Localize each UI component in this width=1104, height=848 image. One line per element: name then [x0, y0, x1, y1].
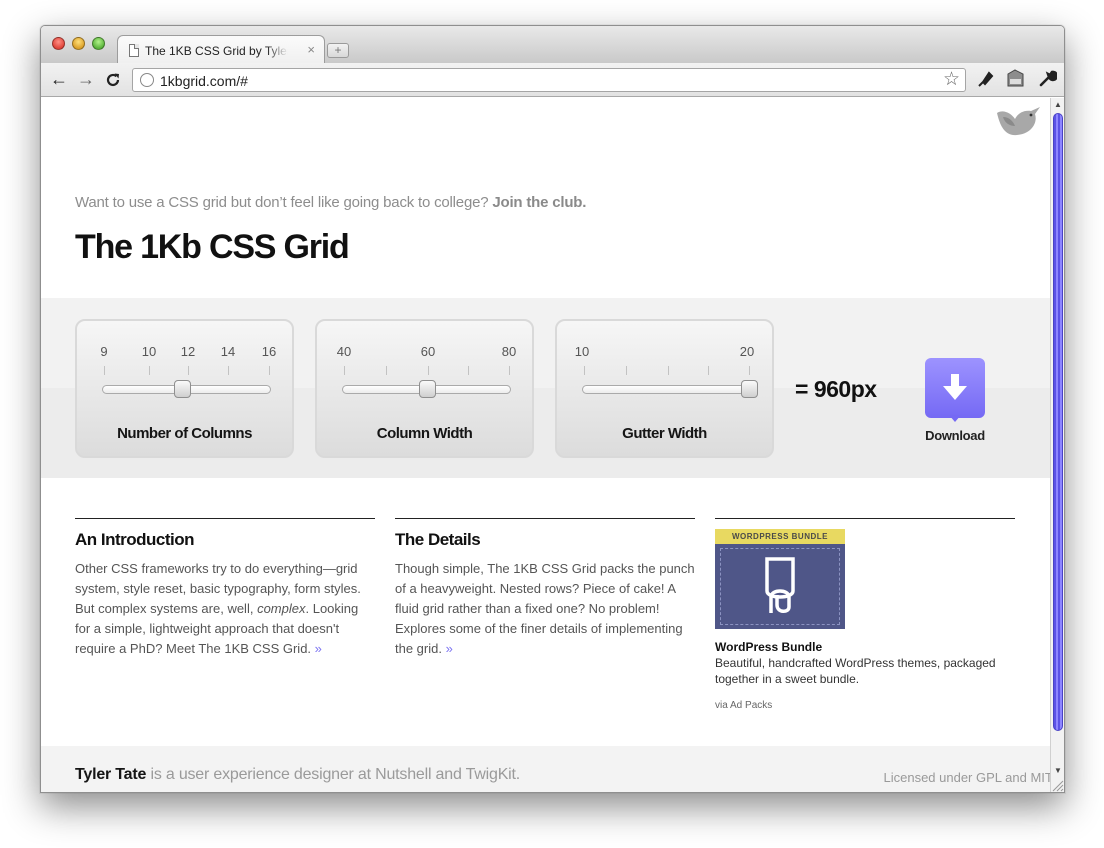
download-label[interactable]: Download	[914, 428, 996, 443]
ad-description: Beautiful, handcrafted WordPress themes,…	[715, 656, 996, 686]
ad-title[interactable]: WordPress Bundle	[715, 640, 822, 654]
column-width-panel: 40 60 80 Column Width	[315, 319, 534, 458]
total-width-result: = 960px	[795, 376, 877, 402]
introduction-heading: An Introduction	[75, 530, 195, 549]
download-button[interactable]	[925, 358, 985, 422]
scroll-up-icon[interactable]: ▲	[1054, 100, 1062, 109]
scrollbar-thumb[interactable]	[1053, 113, 1063, 731]
author-bio: is a user experience designer at Nutshel…	[150, 766, 521, 783]
details-text: Though simple, The 1KB CSS Grid packs th…	[395, 561, 695, 656]
ad-banner: WORDPRESS BUNDLE	[715, 529, 845, 544]
scroll-down-icon[interactable]: ▼	[1054, 766, 1062, 775]
column-width-tick: 80	[501, 344, 517, 359]
page-icon	[129, 44, 139, 57]
columns-tick: 12	[180, 344, 196, 359]
tagline-join-link[interactable]: Join the club.	[492, 194, 586, 211]
columns-tick: 14	[220, 344, 236, 359]
tab-title: The 1KB CSS Grid by Tyler Tate	[145, 44, 288, 58]
page-footer: Tyler Tate is a user experience designer…	[41, 746, 1050, 792]
address-bar[interactable]: 1kbgrid.com/# ☆	[132, 68, 966, 92]
column-width-label: Column Width	[376, 425, 473, 442]
ad-via-link[interactable]: via Ad Packs	[715, 700, 772, 711]
star-icon[interactable]: ☆	[943, 68, 960, 91]
url-text: 1kbgrid.com/#	[160, 73, 248, 89]
tagline-text: Want to use a CSS grid but don’t feel li…	[75, 194, 489, 211]
introduction-column: An Introduction Other CSS frameworks try…	[75, 518, 375, 659]
browser-tab[interactable]: The 1KB CSS Grid by Tyler Tate ×	[117, 35, 325, 65]
details-column: The Details Though simple, The 1KB CSS G…	[395, 518, 695, 659]
back-button[interactable]: ←	[50, 68, 68, 90]
wordpress-bundle-logo-icon	[765, 557, 795, 613]
pen-icon[interactable]	[977, 69, 996, 88]
introduction-text: Other CSS frameworks try to do everythin…	[75, 561, 361, 656]
globe-icon	[140, 73, 154, 87]
resize-grip-icon[interactable]	[1050, 778, 1064, 792]
new-tab-button[interactable]: +	[327, 43, 349, 58]
title-bar: The 1KB CSS Grid by Tyler Tate × +	[41, 26, 1064, 65]
columns-label: Number of Columns	[117, 425, 252, 442]
zoom-window-button[interactable]	[92, 37, 105, 50]
column-width-slider-handle[interactable]	[418, 380, 436, 398]
download-arrow-icon	[943, 374, 967, 400]
reload-icon[interactable]	[105, 72, 121, 88]
grid-configurator: 9 10 12 14 16 Number of Columns 40 60 80…	[41, 298, 1050, 478]
license-text: Licensed under GPL and MIT.	[883, 770, 1050, 785]
close-window-button[interactable]	[52, 37, 65, 50]
gutter-width-slider-track[interactable]	[582, 385, 758, 394]
columns-panel: 9 10 12 14 16 Number of Columns	[75, 319, 294, 458]
columns-tick: 9	[100, 344, 108, 359]
columns-slider-handle[interactable]	[173, 380, 191, 398]
introduction-more-link[interactable]: »	[315, 641, 322, 656]
wrench-icon[interactable]	[1038, 69, 1057, 88]
footer-credit: Tyler Tate is a user experience designer…	[75, 766, 520, 784]
tagline: Want to use a CSS grid but don’t feel li…	[75, 194, 586, 211]
browser-window: The 1KB CSS Grid by Tyler Tate × + ← → 1…	[40, 25, 1065, 793]
columns-tick: 16	[261, 344, 277, 359]
ad-column-rule	[715, 518, 1015, 519]
gutter-width-slider-handle[interactable]	[741, 380, 758, 398]
vertical-scrollbar[interactable]: ▲ ▼	[1050, 98, 1064, 792]
gutter-width-label: Gutter Width	[622, 425, 707, 442]
browser-toolbar: ← → 1kbgrid.com/# ☆	[41, 63, 1064, 97]
columns-tick: 10	[141, 344, 157, 359]
gutter-width-tick: 20	[739, 344, 755, 359]
tab-close-icon[interactable]: ×	[307, 42, 315, 57]
column-width-tick: 40	[336, 344, 352, 359]
details-more-link[interactable]: »	[446, 641, 453, 656]
column-width-tick: 60	[420, 344, 436, 359]
page-title: The 1Kb CSS Grid	[75, 228, 350, 266]
author-link[interactable]: Tyler Tate	[75, 766, 146, 783]
tag-icon[interactable]	[1006, 69, 1025, 88]
details-heading: The Details	[395, 530, 481, 549]
gutter-width-panel: 10 20 Gutter Width	[555, 319, 774, 458]
gutter-width-tick: 10	[574, 344, 590, 359]
page-viewport: Want to use a CSS grid but don’t feel li…	[41, 98, 1050, 792]
forward-button[interactable]: →	[77, 68, 95, 90]
ad-image[interactable]: WORDPRESS BUNDLE	[715, 529, 845, 629]
minimize-window-button[interactable]	[72, 37, 85, 50]
twitter-bird-icon[interactable]	[993, 104, 1043, 138]
